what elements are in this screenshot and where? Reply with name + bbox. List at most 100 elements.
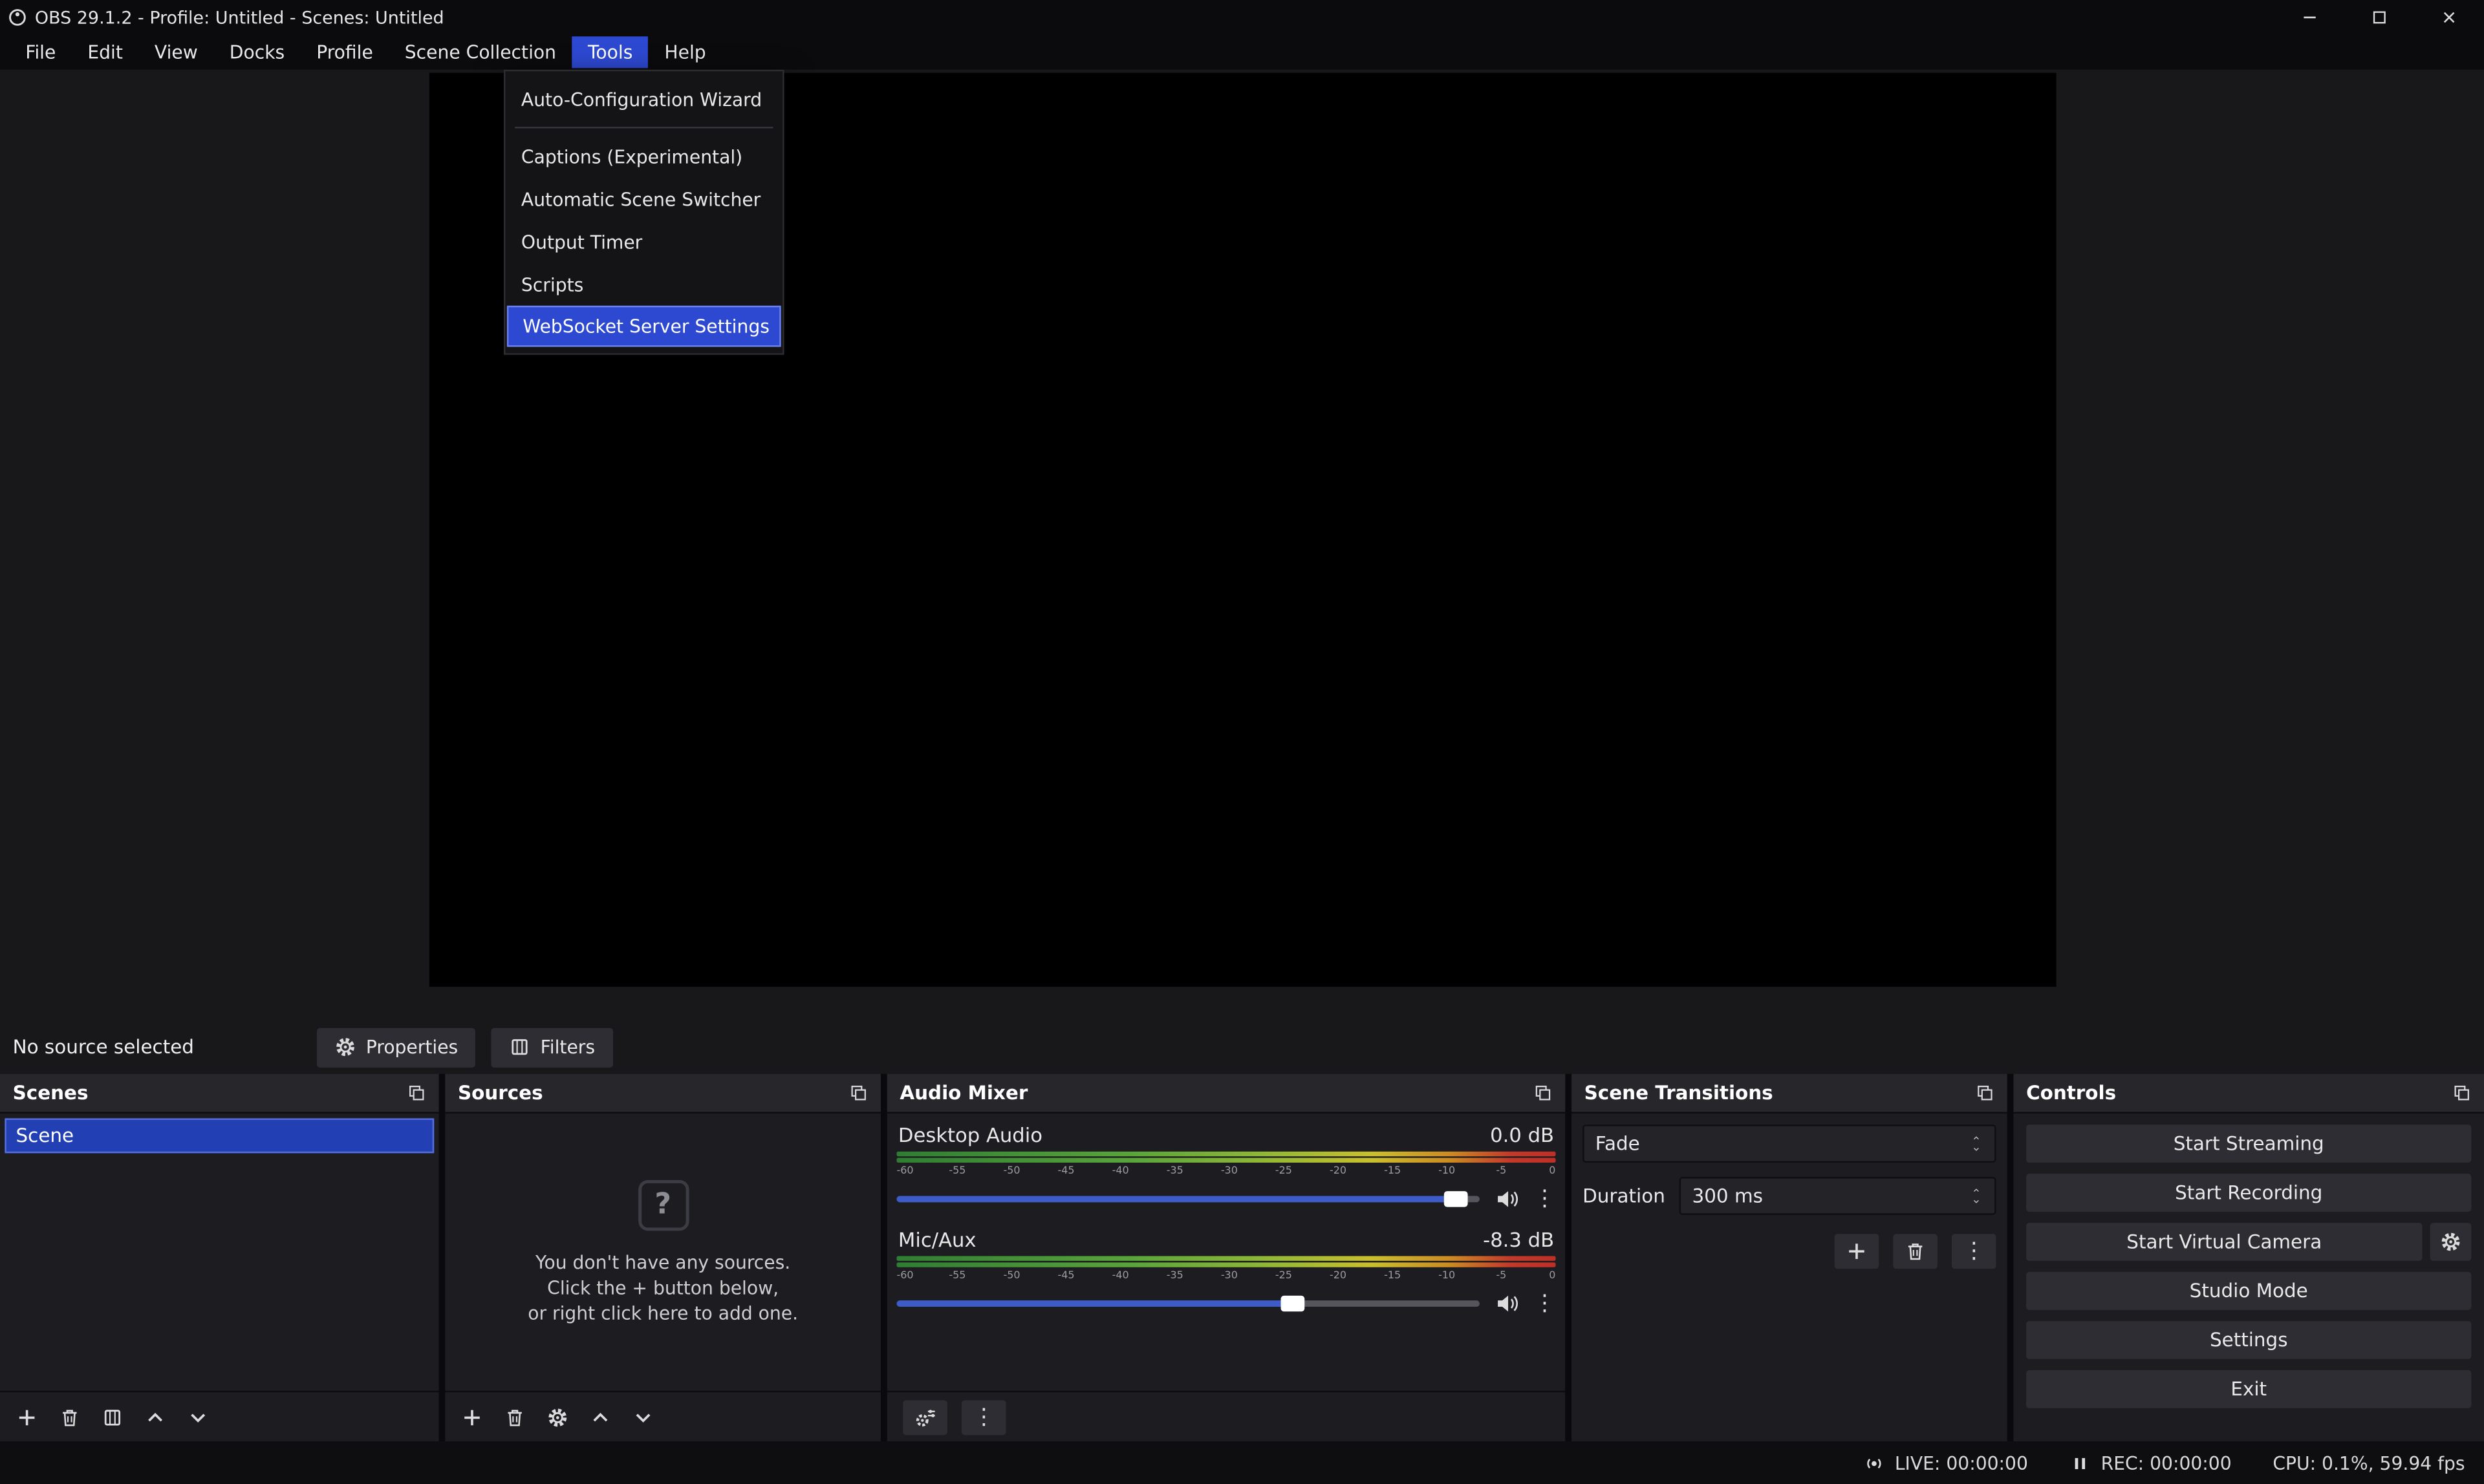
menu-edit[interactable]: Edit — [72, 36, 139, 68]
add-scene-button[interactable] — [16, 1406, 38, 1428]
move-scene-up-button[interactable] — [144, 1406, 166, 1428]
channel-options-button[interactable]: ⋮ — [1533, 1188, 1555, 1210]
trash-icon — [1904, 1240, 1926, 1262]
performance-stats: CPU: 0.1%, 59.94 fps — [2273, 1452, 2465, 1474]
scenes-toolbar — [0, 1391, 439, 1441]
menu-docks[interactable]: Docks — [213, 36, 300, 68]
popout-icon[interactable] — [1533, 1084, 1552, 1102]
sources-toolbar — [445, 1391, 881, 1441]
minimize-button[interactable] — [2275, 0, 2345, 35]
tools-menu-item-automatic-scene-switcher[interactable]: Automatic Scene Switcher — [507, 177, 781, 220]
speaker-icon[interactable] — [1494, 1291, 1519, 1316]
sources-empty-text: You don't have any sources. Click the + … — [528, 1249, 798, 1326]
studio-mode-button[interactable]: Studio Mode — [2026, 1272, 2471, 1310]
popout-icon[interactable] — [849, 1084, 868, 1102]
meter-scale: -60-55-50-45-40-35-30-25-20-15-10-50 — [896, 1164, 1555, 1179]
virtual-camera-settings-button[interactable] — [2430, 1223, 2472, 1261]
sources-empty-state[interactable]: ? You don't have any sources. Click the … — [445, 1113, 881, 1391]
mixer-options-button[interactable]: ⋮ — [962, 1399, 1006, 1434]
source-properties-button[interactable] — [546, 1406, 568, 1428]
rec-time: REC: 00:00:00 — [2101, 1452, 2232, 1474]
sources-panel-header: Sources — [445, 1074, 881, 1113]
add-source-button[interactable] — [461, 1406, 483, 1428]
live-time: LIVE: 00:00:00 — [1895, 1452, 2028, 1474]
duration-spinbox[interactable]: 300 ms — [1679, 1177, 1996, 1215]
menu-tools[interactable]: Tools — [572, 36, 649, 68]
channel-name: Mic/Aux — [898, 1227, 977, 1251]
remove-scene-button[interactable] — [59, 1406, 81, 1428]
speaker-icon[interactable] — [1494, 1187, 1519, 1212]
move-source-up-button[interactable] — [589, 1406, 611, 1428]
start-recording-button[interactable]: Start Recording — [2026, 1174, 2471, 1212]
channel-options-button[interactable]: ⋮ — [1533, 1293, 1555, 1315]
tools-menu-item-websocket-server-settings[interactable]: WebSocket Server Settings — [507, 306, 781, 347]
controls-header: Controls — [2013, 1074, 2484, 1113]
preview-area — [0, 70, 2484, 1020]
tools-menu-item-auto-configuration-wizard[interactable]: Auto-Configuration Wizard — [507, 78, 781, 120]
popout-icon[interactable] — [1976, 1084, 1994, 1102]
plus-icon — [1846, 1240, 1868, 1262]
status-bar: LIVE: 00:00:00 REC: 00:00:00 CPU: 0.1%, … — [0, 1441, 2484, 1484]
title-bar: OBS 29.1.2 - Profile: Untitled - Scenes:… — [0, 0, 2484, 35]
scene-filters-button[interactable] — [102, 1406, 124, 1428]
scenes-panel-header: Scenes — [0, 1074, 439, 1113]
transition-select[interactable]: Fade — [1582, 1124, 1996, 1163]
move-source-down-button[interactable] — [632, 1406, 654, 1428]
scenes-panel: Scenes Scene — [0, 1074, 439, 1441]
rec-status: REC: 00:00:00 — [2069, 1452, 2232, 1474]
menu-help[interactable]: Help — [649, 36, 722, 68]
audio-mixer-panel: Audio Mixer Desktop Audio 0.0 dB -60-55-… — [887, 1074, 1565, 1441]
add-transition-button[interactable] — [1835, 1234, 1879, 1269]
volume-slider[interactable] — [896, 1196, 1479, 1202]
tools-menu-item-output-timer[interactable]: Output Timer — [507, 220, 781, 263]
menu-file[interactable]: File — [10, 36, 72, 68]
start-streaming-button[interactable]: Start Streaming — [2026, 1124, 2471, 1163]
filters-button-label: Filters — [541, 1036, 595, 1058]
settings-button[interactable]: Settings — [2026, 1321, 2471, 1359]
tools-menu-item-scripts[interactable]: Scripts — [507, 263, 781, 306]
maximize-button[interactable] — [2344, 0, 2414, 35]
controls-title: Controls — [2026, 1082, 2116, 1104]
scene-list-item[interactable]: Scene — [5, 1118, 434, 1153]
transition-options-button[interactable]: ⋮ — [1952, 1234, 1996, 1269]
menu-scene-collection[interactable]: Scene Collection — [389, 36, 572, 68]
chevron-down-icon — [1969, 1198, 1983, 1205]
popout-icon[interactable] — [2452, 1084, 2471, 1102]
properties-button-label: Properties — [366, 1036, 458, 1058]
menu-view[interactable]: View — [138, 36, 213, 68]
filters-button[interactable]: Filters — [491, 1027, 612, 1067]
scene-list: Scene — [0, 1113, 439, 1158]
move-scene-down-button[interactable] — [187, 1406, 209, 1428]
tools-menu: Auto-Configuration Wizard Captions (Expe… — [504, 70, 784, 355]
volume-slider[interactable] — [896, 1300, 1479, 1307]
popout-icon[interactable] — [407, 1084, 426, 1102]
scenes-panel-title: Scenes — [13, 1082, 89, 1104]
sources-panel-title: Sources — [458, 1082, 543, 1104]
window-controls — [2275, 0, 2484, 35]
live-icon — [1863, 1452, 1885, 1474]
advanced-audio-button[interactable] — [903, 1399, 947, 1434]
chevron-up-icon — [1969, 1187, 1983, 1194]
maximize-icon — [2370, 8, 2389, 27]
mixer-toolbar: ⋮ — [887, 1391, 1565, 1441]
rec-icon — [2069, 1452, 2091, 1474]
properties-button[interactable]: Properties — [317, 1027, 475, 1067]
meter-scale: -60-55-50-45-40-35-30-25-20-15-10-50 — [896, 1269, 1555, 1284]
menu-separator — [515, 127, 773, 128]
obs-window: OBS 29.1.2 - Profile: Untitled - Scenes:… — [0, 0, 2484, 1484]
menu-profile[interactable]: Profile — [301, 36, 389, 68]
kebab-icon: ⋮ — [1963, 1240, 1985, 1262]
dock-area: Scenes Scene Sources ? — [0, 1074, 2484, 1441]
tools-menu-item-captions[interactable]: Captions (Experimental) — [507, 134, 781, 177]
close-icon — [2439, 8, 2458, 27]
close-button[interactable] — [2414, 0, 2484, 35]
mixer-channel-mic-aux: Mic/Aux -8.3 dB -60-55-50-45-40-35-30-25… — [887, 1218, 1565, 1323]
volume-slider-handle[interactable] — [1444, 1191, 1468, 1207]
remove-source-button[interactable] — [504, 1406, 526, 1428]
scene-transitions-panel: Scene Transitions Fade Duration 300 ms — [1571, 1074, 2007, 1441]
volume-slider-handle[interactable] — [1281, 1296, 1305, 1311]
controls-panel: Controls Start Streaming Start Recording… — [2013, 1074, 2484, 1441]
exit-button[interactable]: Exit — [2026, 1370, 2471, 1408]
start-virtual-camera-button[interactable]: Start Virtual Camera — [2026, 1223, 2422, 1261]
remove-transition-button[interactable] — [1893, 1234, 1938, 1269]
